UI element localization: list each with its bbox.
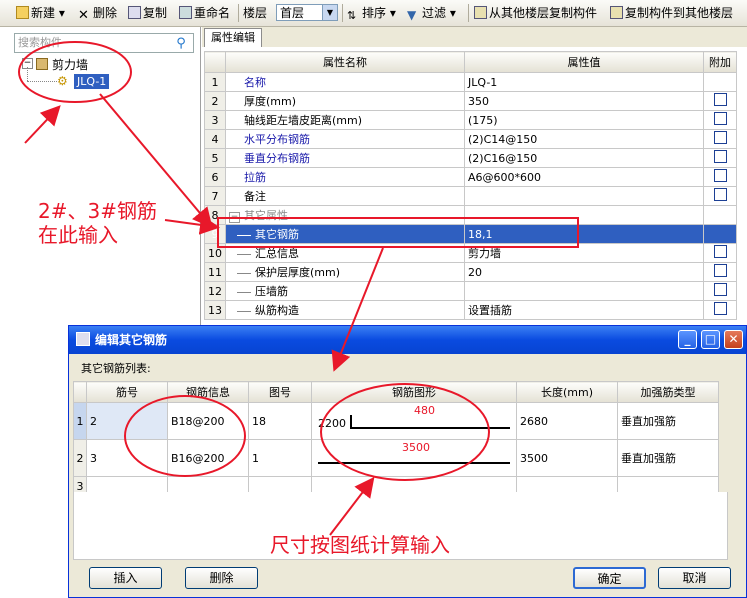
annotation-arrow: [331, 247, 384, 372]
annotation-note2: 尺寸按图纸计算输入: [270, 533, 450, 557]
annotation-ellipse-tree: [18, 41, 132, 103]
annotation-arrow: [24, 105, 61, 144]
annotation-ellipse-shape: [320, 383, 490, 481]
annotation-overlay: [18, 41, 579, 536]
annotation-box-row9: [217, 217, 579, 248]
annotation-ellipse-barinfo: [124, 395, 246, 477]
annotation-note1-line2: 在此输入: [38, 223, 118, 247]
annotation-arrow: [329, 476, 375, 536]
